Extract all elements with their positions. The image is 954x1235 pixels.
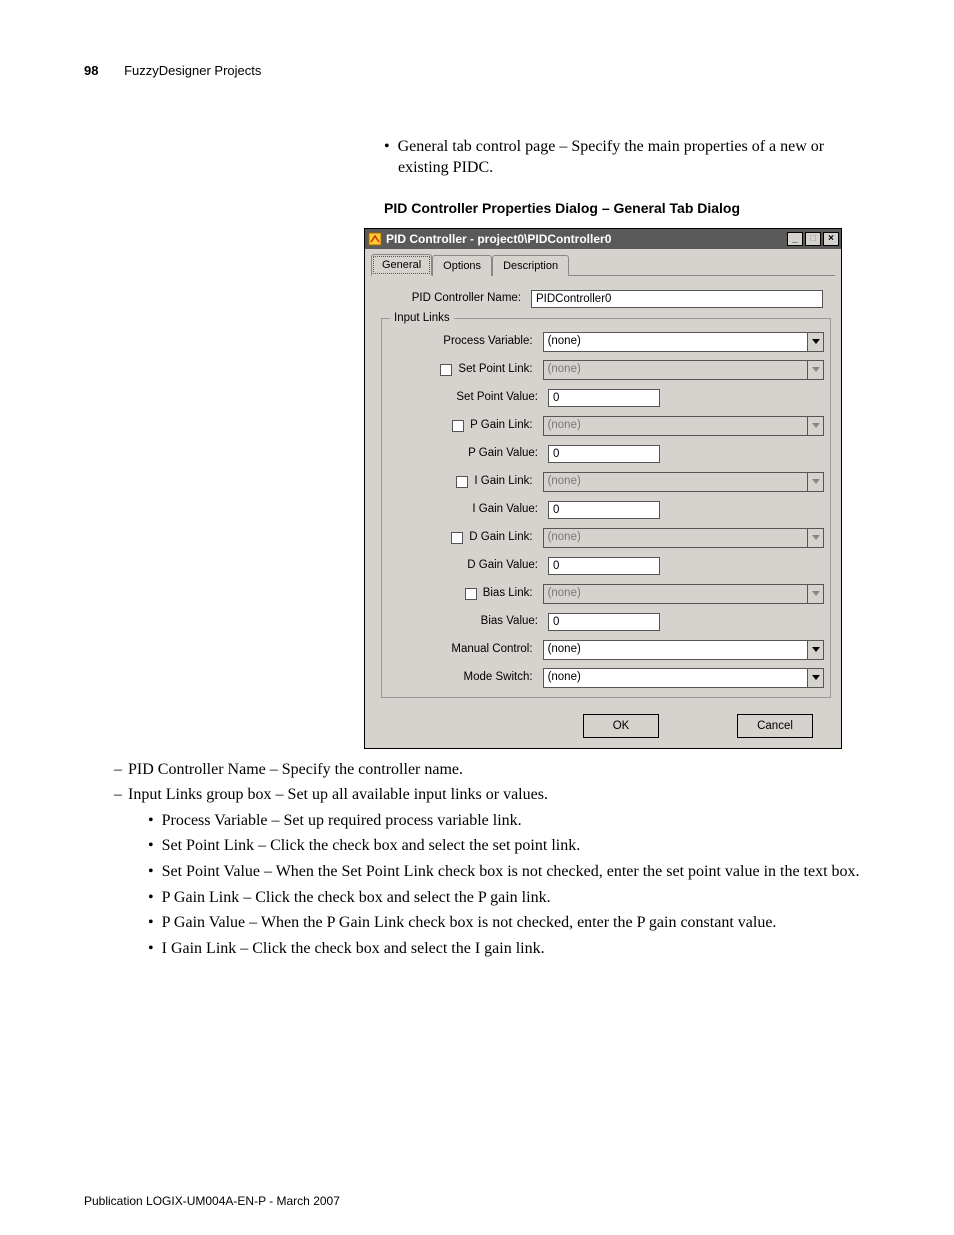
chevron-down-icon[interactable]: [807, 668, 824, 688]
chevron-down-icon: [807, 584, 824, 604]
cancel-button[interactable]: Cancel: [737, 714, 813, 738]
fieldset-input-links: Input Links Process Variable:(none)Set P…: [381, 318, 831, 698]
legend-input-links: Input Links: [390, 311, 454, 327]
tab-options[interactable]: Options: [432, 255, 492, 276]
combo-value: (none): [543, 668, 807, 688]
tab-general[interactable]: General: [371, 254, 432, 276]
desc-subitem: I Gain Link – Click the check box and se…: [148, 938, 874, 960]
row-11: Manual Control: (none): [388, 637, 824, 663]
checkbox[interactable]: [452, 420, 464, 432]
chapter-title: FuzzyDesigner Projects: [124, 63, 261, 78]
row-1: Set Point Link: (none): [388, 357, 824, 383]
row-7: D Gain Link: (none): [388, 525, 824, 551]
desc-subitem: Set Point Value – When the Set Point Lin…: [148, 861, 874, 883]
combo: (none): [543, 416, 824, 436]
checkbox[interactable]: [456, 476, 468, 488]
row-label: P Gain Link:: [470, 418, 532, 434]
chevron-down-icon[interactable]: [807, 332, 824, 352]
combo-value: (none): [543, 416, 807, 436]
row-12: Mode Switch: (none): [388, 665, 824, 691]
checkbox[interactable]: [451, 532, 463, 544]
tab-bar: General Options Description: [371, 253, 835, 276]
combo-value: (none): [543, 584, 807, 604]
combo: (none): [543, 472, 824, 492]
desc-subitem: P Gain Link – Click the check box and se…: [148, 887, 874, 909]
combo-value: (none): [543, 332, 807, 352]
row-8: D Gain Value:: [388, 553, 824, 579]
chevron-down-icon: [807, 472, 824, 492]
page-number: 98: [84, 63, 98, 78]
row-label: Manual Control:: [451, 642, 532, 658]
combo[interactable]: (none): [543, 332, 824, 352]
minimize-button[interactable]: _: [787, 232, 803, 246]
numeric-input[interactable]: [548, 389, 660, 407]
row-label: Set Point Link:: [458, 362, 532, 378]
combo: (none): [543, 360, 824, 380]
combo: (none): [543, 584, 824, 604]
row-0: Process Variable: (none): [388, 329, 824, 355]
input-controller-name[interactable]: [531, 290, 823, 308]
row-label: I Gain Value:: [472, 502, 538, 518]
chevron-down-icon: [807, 528, 824, 548]
row-label: Set Point Value:: [456, 390, 538, 406]
desc-subitem: Process Variable – Set up required proce…: [148, 810, 874, 832]
combo[interactable]: (none): [543, 640, 824, 660]
row-label: Process Variable:: [443, 334, 532, 350]
row-label: D Gain Value:: [467, 558, 538, 574]
row-label: P Gain Value:: [468, 446, 538, 462]
desc-subitem: Set Point Link – Click the check box and…: [148, 835, 874, 857]
chevron-down-icon: [807, 416, 824, 436]
dialog-title: PID Controller - project0\PIDController0: [386, 231, 611, 247]
row-controller-name: PID Controller Name:: [371, 286, 835, 312]
description-list: PID Controller Name – Specify the contro…: [84, 759, 874, 960]
figure-caption: PID Controller Properties Dialog – Gener…: [384, 199, 874, 218]
row-label: I Gain Link:: [474, 474, 532, 490]
row-6: I Gain Value:: [388, 497, 824, 523]
tab-description[interactable]: Description: [492, 255, 569, 276]
close-button[interactable]: ×: [823, 232, 839, 246]
desc-subitem: P Gain Value – When the P Gain Link chec…: [148, 912, 874, 934]
row-10: Bias Value:: [388, 609, 824, 635]
app-icon: [368, 232, 382, 246]
chevron-down-icon[interactable]: [807, 640, 824, 660]
row-label: D Gain Link:: [469, 530, 532, 546]
combo: (none): [543, 528, 824, 548]
numeric-input[interactable]: [548, 501, 660, 519]
row-label: Bias Link:: [483, 586, 533, 602]
row-label: Bias Value:: [481, 614, 538, 630]
combo-value: (none): [543, 640, 807, 660]
chevron-down-icon: [807, 360, 824, 380]
row-9: Bias Link: (none): [388, 581, 824, 607]
ok-button[interactable]: OK: [583, 714, 659, 738]
combo-value: (none): [543, 528, 807, 548]
desc-item: Input Links group box – Set up all avail…: [114, 784, 874, 806]
combo[interactable]: (none): [543, 668, 824, 688]
intro-paragraph: General tab control page – Specify the m…: [384, 136, 874, 179]
maximize-button[interactable]: □: [805, 232, 821, 246]
row-label: Mode Switch:: [464, 670, 533, 686]
publication-footer: Publication LOGIX-UM004A-EN-P - March 20…: [84, 1193, 340, 1209]
numeric-input[interactable]: [548, 557, 660, 575]
checkbox[interactable]: [440, 364, 452, 376]
dialog-titlebar[interactable]: PID Controller - project0\PIDController0…: [365, 229, 841, 249]
checkbox[interactable]: [465, 588, 477, 600]
numeric-input[interactable]: [548, 613, 660, 631]
row-3: P Gain Link: (none): [388, 413, 824, 439]
label-controller-name: PID Controller Name:: [412, 291, 521, 307]
pid-controller-dialog: PID Controller - project0\PIDController0…: [364, 228, 842, 749]
row-4: P Gain Value:: [388, 441, 824, 467]
numeric-input[interactable]: [548, 445, 660, 463]
combo-value: (none): [543, 360, 807, 380]
combo-value: (none): [543, 472, 807, 492]
row-2: Set Point Value:: [388, 385, 824, 411]
page-header: 98 FuzzyDesigner Projects: [84, 62, 874, 80]
desc-item: PID Controller Name – Specify the contro…: [114, 759, 874, 781]
row-5: I Gain Link: (none): [388, 469, 824, 495]
